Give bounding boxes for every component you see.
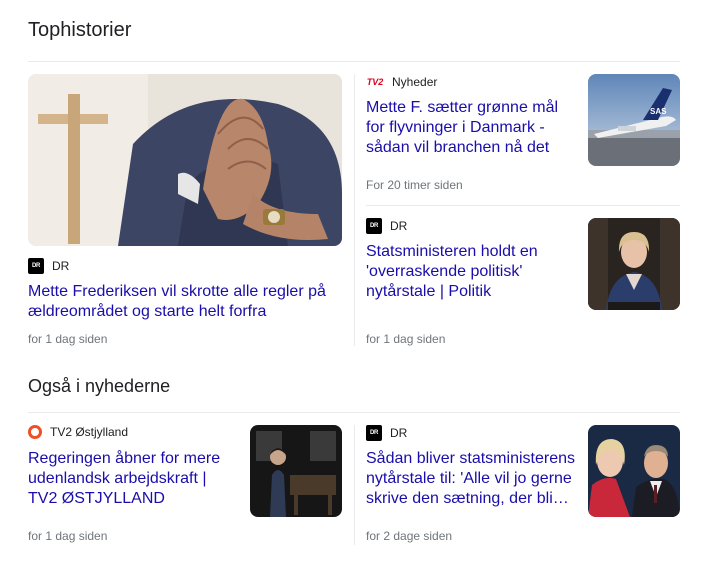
- office-image: [250, 425, 342, 517]
- story-card-statsminister[interactable]: DR DR Statsministeren holdt en 'overrask…: [366, 218, 680, 350]
- story-time: for 2 dage siden: [366, 529, 453, 543]
- story-image-praying-hands[interactable]: [28, 74, 342, 246]
- divider: [366, 205, 680, 206]
- story-source: DR DR: [28, 258, 69, 274]
- story-source-label: DR: [52, 259, 70, 273]
- story-card-tv2[interactable]: TV2 Østjylland Regeringen åbner for mere…: [28, 425, 342, 550]
- divider: [28, 412, 680, 413]
- section-title-also-in-news: Også i nyhederne: [28, 376, 171, 396]
- vertical-divider: [354, 425, 355, 545]
- dr-logo-icon: DR: [28, 258, 44, 274]
- story-image-politicians[interactable]: [588, 425, 680, 517]
- story-source: TV2 Østjylland: [28, 425, 128, 439]
- divider: [28, 61, 680, 62]
- tv2-ostjylland-logo-icon: [28, 425, 42, 439]
- tv2-logo-icon: TV2: [366, 77, 384, 87]
- story-card-main[interactable]: DR DR Mette Frederiksen vil skrotte alle…: [28, 74, 342, 350]
- story-source-label: Nyheder: [392, 75, 438, 89]
- story-card-nytaarstale[interactable]: DR DR Sådan bliver statsministerens nytå…: [366, 425, 680, 550]
- story-source-label: DR: [390, 426, 408, 440]
- story-source: DR DR: [366, 425, 407, 441]
- story-time: for 1 dag siden: [366, 332, 446, 346]
- vertical-divider: [354, 74, 355, 346]
- politicians-image: [588, 425, 680, 517]
- story-time: for 1 dag siden: [28, 332, 108, 346]
- praying-hands-image: [28, 74, 342, 246]
- story-headline[interactable]: Regeringen åbner for mere udenlandsk arb…: [28, 449, 238, 509]
- story-image-airplane[interactable]: SAS: [588, 74, 680, 166]
- story-image-office[interactable]: [250, 425, 342, 517]
- story-headline[interactable]: Sådan bliver statsministerens nytårstale…: [366, 449, 578, 509]
- story-headline[interactable]: Statsministeren holdt en 'overraskende p…: [366, 242, 566, 302]
- story-time: for 1 dag siden: [28, 529, 108, 543]
- prime-minister-image: [588, 218, 680, 310]
- svg-text:SAS: SAS: [650, 107, 667, 116]
- story-source: DR DR: [366, 218, 407, 234]
- dr-logo-icon: DR: [366, 425, 382, 441]
- story-card-flight[interactable]: TV2 Nyheder Mette F. sætter grønne mål f…: [366, 74, 680, 198]
- story-source: TV2 Nyheder: [366, 74, 438, 90]
- story-source-label: DR: [390, 219, 408, 233]
- story-headline[interactable]: Mette F. sætter grønne mål for flyvninge…: [366, 98, 566, 158]
- story-time: For 20 timer siden: [366, 178, 463, 192]
- section-title-top-stories: Tophistorier: [28, 19, 132, 41]
- story-source-label: TV2 Østjylland: [50, 425, 129, 439]
- airplane-image: SAS: [588, 74, 680, 166]
- dr-logo-icon: DR: [366, 218, 382, 234]
- story-headline[interactable]: Mette Frederiksen vil skrotte alle regle…: [28, 282, 342, 322]
- story-image-prime-minister[interactable]: [588, 218, 680, 310]
